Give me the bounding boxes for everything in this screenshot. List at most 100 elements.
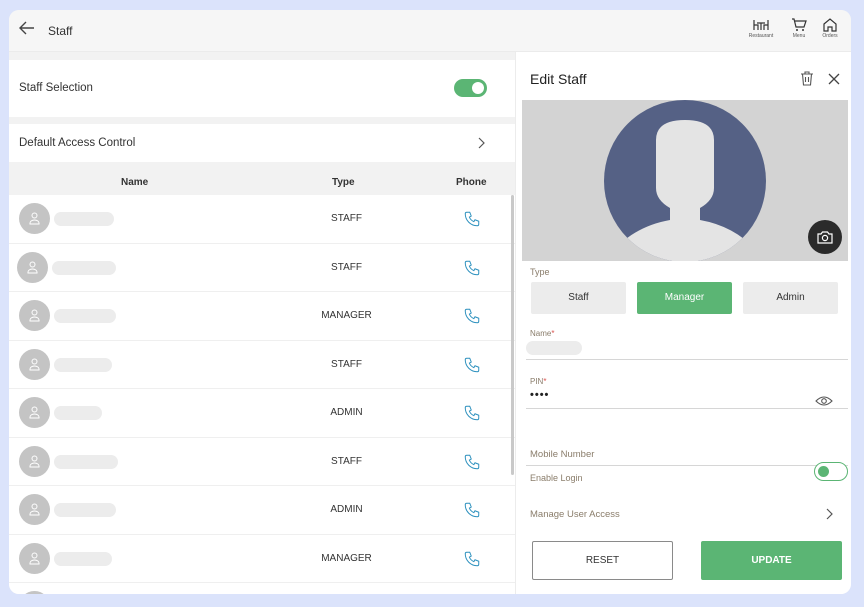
phone-icon[interactable] — [463, 210, 481, 233]
name-field[interactable] — [526, 341, 582, 355]
name-placeholder — [52, 260, 116, 275]
phone-icon[interactable] — [463, 501, 481, 524]
back-arrow-icon[interactable] — [19, 21, 41, 41]
name-placeholder — [54, 454, 118, 469]
column-name: Name — [121, 177, 149, 188]
type-cell: STAFF — [331, 261, 362, 273]
name-placeholder — [54, 551, 112, 566]
table-row[interactable]: MANAGER — [9, 292, 515, 341]
type-cell: MANAGER — [321, 310, 372, 321]
name-label-text: Name — [530, 329, 552, 338]
table-row[interactable]: MANAGER — [9, 534, 515, 583]
column-type: Type — [332, 177, 355, 188]
reset-button[interactable]: RESET — [532, 541, 673, 580]
avatar — [19, 203, 50, 234]
type-staff-button[interactable]: Staff — [531, 282, 626, 314]
name-label: Name* — [530, 329, 554, 338]
type-manager-button[interactable]: Manager — [637, 282, 732, 314]
default-access-control-row[interactable]: Default Access Control — [9, 124, 515, 162]
type-label: Type — [530, 267, 550, 277]
table-row[interactable]: ADMIN — [9, 486, 515, 535]
type-admin-button[interactable]: Admin — [743, 282, 838, 314]
name-placeholder — [54, 503, 116, 517]
mobile-field-underline — [526, 465, 848, 466]
camera-icon[interactable] — [808, 220, 842, 254]
chevron-right-icon — [478, 137, 485, 149]
avatar — [19, 397, 50, 428]
staff-selection-label: Staff Selection — [19, 82, 93, 94]
mobile-number-field[interactable]: Mobile Number — [530, 449, 594, 460]
page-title: Staff — [48, 24, 73, 38]
phone-icon[interactable] — [463, 453, 481, 476]
staff-selection-toggle[interactable] — [454, 79, 487, 97]
app-window: Staff Restaurant Menu Orders Staff Selec… — [9, 10, 851, 594]
manage-user-access-label: Manage User Access — [530, 509, 620, 520]
phone-icon[interactable] — [463, 259, 481, 282]
type-cell: ADMIN — [330, 504, 363, 515]
dining-table-icon — [753, 20, 769, 30]
table-row[interactable]: STAFF — [9, 243, 515, 292]
name-placeholder — [54, 309, 116, 323]
avatar-silhouette — [604, 100, 766, 261]
default-access-label: Default Access Control — [19, 137, 136, 149]
phone-icon[interactable] — [463, 404, 481, 427]
table-row[interactable]: STAFF — [9, 340, 515, 389]
column-phone: Phone — [456, 177, 487, 188]
nav-orders[interactable]: Orders — [812, 18, 848, 39]
home-icon — [823, 18, 837, 32]
required-mark: * — [543, 377, 547, 386]
trash-icon[interactable] — [800, 71, 814, 91]
table-row[interactable] — [9, 583, 515, 594]
avatar — [17, 251, 48, 283]
name-field-underline — [526, 359, 848, 360]
manage-user-access-row[interactable]: Manage User Access — [530, 502, 840, 526]
phone-icon[interactable] — [463, 356, 481, 379]
table-row[interactable]: STAFF — [9, 195, 515, 244]
avatar — [19, 494, 50, 525]
staff-selection-row: Staff Selection — [9, 60, 515, 117]
table-header: Name Type Phone — [9, 170, 515, 194]
list-scrollbar[interactable] — [511, 195, 514, 475]
table-row[interactable]: ADMIN — [9, 389, 515, 438]
user-icon — [29, 503, 40, 516]
avatar — [19, 300, 50, 331]
cart-icon — [792, 18, 807, 31]
type-cell: STAFF — [331, 358, 362, 370]
name-placeholder — [54, 357, 112, 372]
pin-field[interactable]: •••• — [530, 389, 549, 401]
enable-login-label: Enable Login — [530, 473, 583, 483]
update-button[interactable]: UPDATE — [701, 541, 842, 580]
avatar — [19, 348, 50, 380]
nav-restaurant-label: Restaurant — [748, 33, 774, 39]
type-cell: STAFF — [331, 213, 362, 224]
staff-list: STAFF STAFF MANAGER STAFF ADMIN STAFF AD… — [9, 195, 515, 594]
nav-orders-label: Orders — [822, 33, 838, 39]
enable-login-toggle[interactable] — [814, 462, 848, 481]
nav-restaurant[interactable]: Restaurant — [743, 18, 779, 39]
user-icon — [29, 358, 40, 370]
avatar — [19, 542, 50, 574]
pin-label: PIN* — [530, 377, 546, 386]
user-icon — [29, 309, 40, 322]
phone-icon[interactable] — [463, 550, 481, 573]
required-mark: * — [551, 329, 555, 338]
avatar — [19, 445, 50, 477]
staff-list-panel: Staff Selection Default Access Control N… — [9, 52, 515, 594]
edit-staff-panel: Edit Staff Type Staff Manager Admin Name… — [515, 52, 851, 594]
close-icon[interactable] — [828, 72, 840, 90]
user-icon — [29, 552, 40, 564]
pin-field-underline — [526, 408, 848, 409]
table-row[interactable]: STAFF — [9, 437, 515, 486]
eye-icon[interactable] — [815, 394, 833, 412]
pin-label-text: PIN — [530, 377, 544, 386]
user-icon — [29, 212, 40, 225]
user-icon — [27, 261, 38, 273]
phone-icon[interactable] — [463, 307, 481, 330]
chevron-right-icon — [826, 508, 833, 520]
user-icon — [29, 406, 40, 419]
name-placeholder — [54, 212, 114, 226]
name-placeholder — [54, 406, 102, 420]
panel-title: Edit Staff — [530, 71, 587, 87]
type-cell: STAFF — [331, 455, 362, 467]
top-bar: Staff Restaurant Menu Orders — [9, 10, 851, 52]
